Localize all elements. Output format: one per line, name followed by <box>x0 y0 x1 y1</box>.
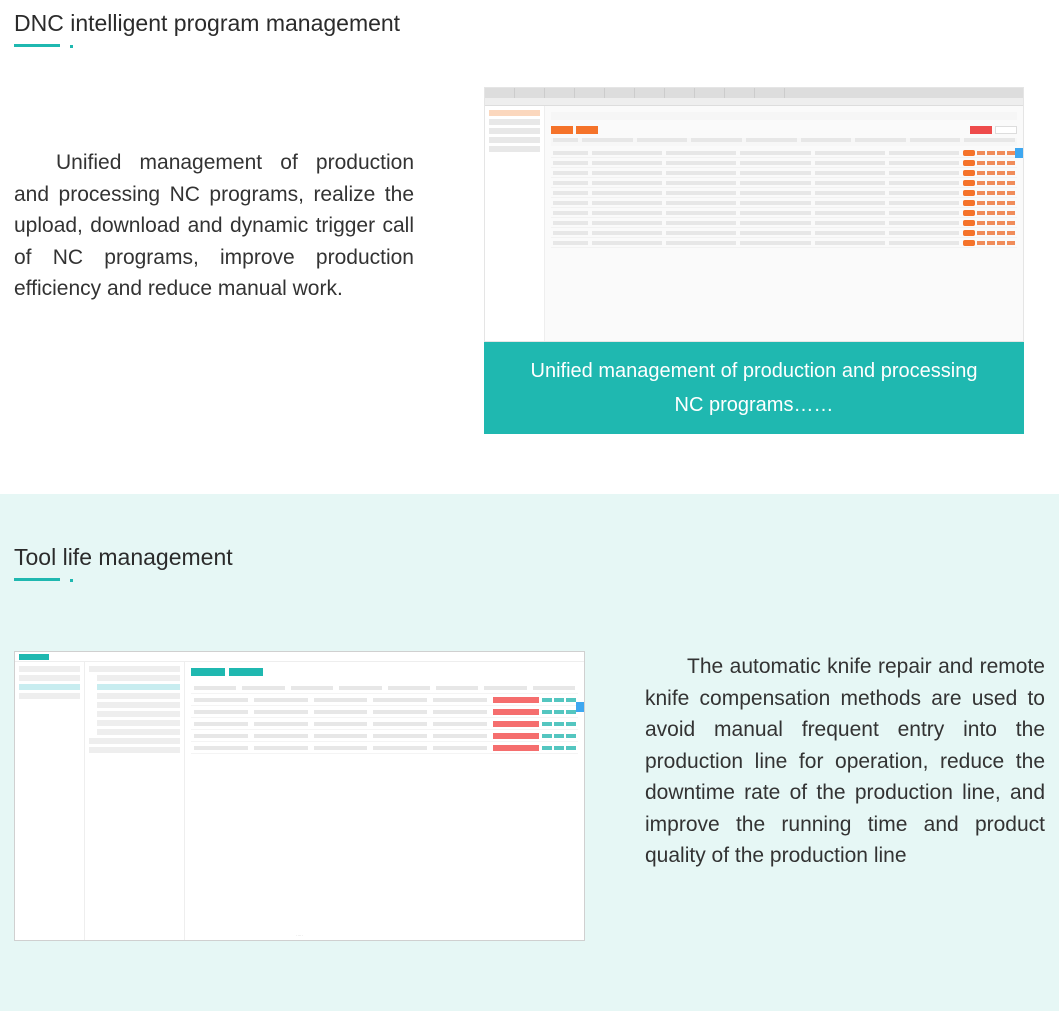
app2-buttons <box>191 668 578 676</box>
heading-underline <box>14 44 60 47</box>
filter-bar <box>551 112 1017 120</box>
app2-sidebar <box>15 662 85 940</box>
heading-dot <box>70 45 73 48</box>
app2-footer: ····· <box>15 933 584 938</box>
heading-underline <box>14 578 60 581</box>
app2-main <box>185 662 584 940</box>
dnc-caption: Unified management of production and pro… <box>484 342 1024 434</box>
dnc-figure: Unified management of production and pro… <box>484 87 1024 434</box>
app2-table <box>191 682 578 754</box>
app2-logo <box>19 654 49 660</box>
dnc-paragraph: Unified management of production and pro… <box>14 147 414 305</box>
tool-life-screenshot: ····· <box>14 651 585 941</box>
app2-body <box>15 662 584 940</box>
side-float-button <box>576 702 584 712</box>
browser-toolbar <box>485 98 1023 106</box>
tool-life-heading-text: Tool life management <box>14 544 233 570</box>
tool-life-paragraph: The automatic knife repair and remote kn… <box>645 651 1045 872</box>
dnc-screenshot <box>484 87 1024 342</box>
tool-life-heading: Tool life management <box>14 544 233 581</box>
dnc-row: Unified management of production and pro… <box>14 87 1045 434</box>
app2-tree <box>85 662 185 940</box>
dnc-heading-text: DNC intelligent program management <box>14 10 400 36</box>
side-float-button <box>1015 148 1023 158</box>
data-table <box>551 138 1017 248</box>
dnc-section: DNC intelligent program management Unifi… <box>0 0 1059 494</box>
browser-tabs <box>485 88 1023 98</box>
dnc-heading: DNC intelligent program management <box>14 10 1045 47</box>
app-body <box>485 106 1023 341</box>
tool-life-section: Tool life management <box>0 494 1059 1011</box>
tool-life-row: ····· The automatic knife repair and rem… <box>14 651 1045 941</box>
app-sidebar <box>485 106 545 341</box>
app2-topbar <box>15 652 584 662</box>
action-row <box>551 126 1017 134</box>
heading-dot <box>70 579 73 582</box>
app-content <box>545 106 1023 341</box>
